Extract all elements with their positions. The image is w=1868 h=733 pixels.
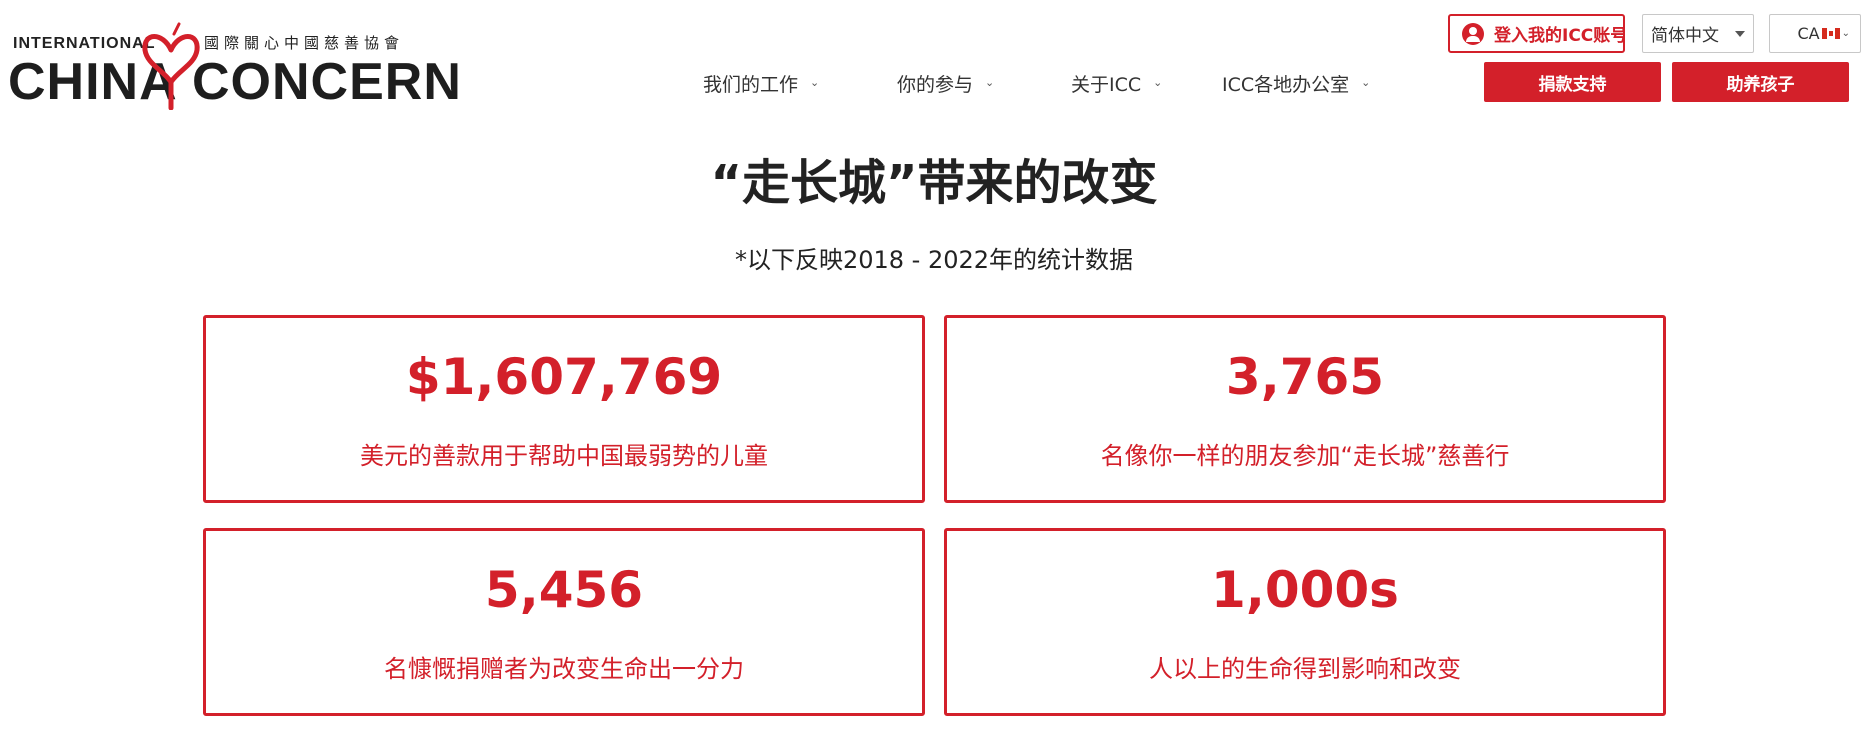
country-select-value: CA [1797, 24, 1820, 43]
stat-card: 3,765 名像你一样的朋友参加“走长城”慈善行 [944, 315, 1666, 503]
language-select[interactable]: 简体中文 [1642, 14, 1754, 53]
login-button-label: 登入我的ICC账号 [1494, 26, 1625, 46]
chevron-down-icon: ⌄ [1841, 28, 1850, 39]
page-subtitle: *以下反映2018 - 2022年的统计数据 [734, 246, 1134, 274]
stat-description: 名慷慨捐赠者为改变生命出一分力 [384, 655, 744, 683]
donate-button[interactable]: 捐款支持 [1484, 62, 1661, 102]
heart-icon [142, 22, 200, 110]
stat-value: 5,456 [484, 561, 644, 619]
stat-card: $1,607,769 美元的善款用于帮助中国最弱势的儿童 [203, 315, 925, 503]
nav-item-our-work[interactable]: 我们的工作 ⌄ [703, 70, 819, 97]
stat-value: $1,607,769 [405, 348, 723, 406]
logo-chinese-name: 國際關心中國慈善協會 [204, 34, 405, 52]
stat-value: 3,765 [1225, 348, 1385, 406]
logo-word-concern: CONCERN [192, 53, 462, 111]
country-select[interactable]: CA ⌄ [1769, 14, 1861, 53]
nav-item-label: ICC各地办公室 [1222, 74, 1350, 96]
stat-card: 1,000s 人以上的生命得到影响和改变 [944, 528, 1666, 716]
page-title: “走长城”带来的改变 [710, 155, 1158, 211]
language-select-value: 简体中文 [1651, 26, 1719, 46]
stat-description: 名像你一样的朋友参加“走长城”慈善行 [1100, 442, 1510, 470]
nav-item-about-icc[interactable]: 关于ICC ⌄ [1071, 70, 1162, 97]
canada-flag-icon [1821, 28, 1840, 39]
stat-description: 人以上的生命得到影响和改变 [1149, 655, 1461, 683]
user-icon [1462, 22, 1484, 45]
stat-description: 美元的善款用于帮助中国最弱势的儿童 [360, 442, 768, 470]
nav-item-get-involved[interactable]: 你的参与 ⌄ [897, 70, 994, 97]
caret-down-icon [1735, 30, 1745, 37]
chevron-down-icon: ⌄ [1361, 76, 1371, 89]
chevron-down-icon: ⌄ [985, 76, 995, 89]
stat-value: 1,000s [1211, 561, 1399, 619]
nav-item-label: 关于ICC [1071, 74, 1142, 96]
chevron-down-icon: ⌄ [810, 76, 820, 89]
stat-card: 5,456 名慷慨捐赠者为改变生命出一分力 [203, 528, 925, 716]
sponsor-child-button[interactable]: 助养孩子 [1672, 62, 1849, 102]
nav-item-icc-offices[interactable]: ICC各地办公室 ⌄ [1222, 70, 1370, 97]
login-button[interactable]: 登入我的ICC账号 [1448, 14, 1625, 53]
site-logo[interactable]: INTERNATIONAL 國際關心中國慈善協會 CHINA CONCERN [8, 18, 461, 114]
nav-item-label: 你的参与 [897, 74, 974, 96]
chevron-down-icon: ⌄ [1153, 76, 1163, 89]
nav-item-label: 我们的工作 [703, 74, 799, 96]
logo-international-text: INTERNATIONAL [13, 35, 156, 52]
